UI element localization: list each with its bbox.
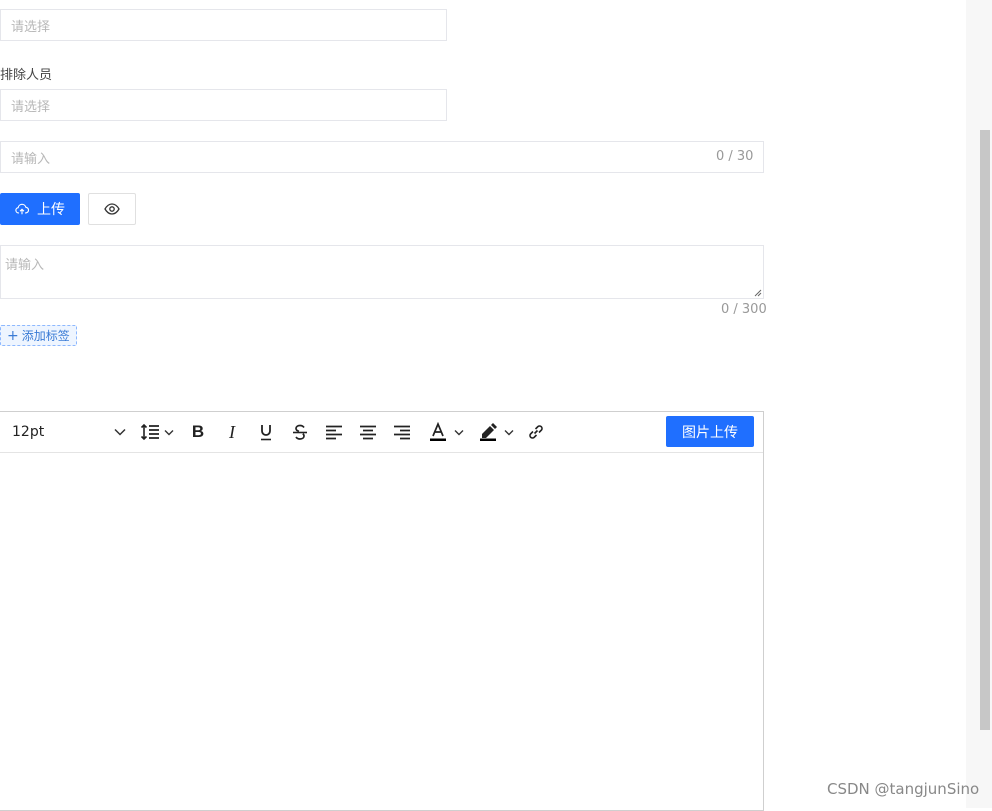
plus-icon: +	[7, 327, 19, 344]
preview-button[interactable]	[88, 193, 136, 225]
link-icon	[529, 425, 543, 439]
align-left-button[interactable]	[322, 420, 346, 444]
image-upload-button[interactable]: 图片上传	[666, 416, 754, 447]
exclude-personnel-label: 排除人员	[0, 68, 53, 83]
chevron-down-icon	[164, 429, 174, 435]
description-textarea[interactable]: 请输入	[0, 245, 764, 299]
highlight-color-button[interactable]	[474, 420, 518, 444]
insert-link-button[interactable]	[524, 420, 548, 444]
scrollbar-thumb[interactable]	[980, 130, 990, 730]
underline-icon	[261, 424, 271, 440]
title-input-counter: 0 / 30	[716, 149, 754, 164]
select-field-1[interactable]: 请选择	[0, 9, 447, 41]
line-height-button[interactable]	[137, 420, 177, 444]
line-height-icon	[140, 423, 159, 441]
exclude-personnel-select[interactable]: 请选择	[0, 89, 447, 121]
font-color-icon	[430, 422, 446, 441]
strikethrough-icon	[293, 424, 307, 440]
rich-text-editor: 12pt B I 图片上传	[0, 411, 764, 811]
chevron-down-icon	[454, 429, 464, 435]
image-upload-label: 图片上传	[682, 424, 738, 441]
select-placeholder-2: 请选择	[11, 99, 51, 115]
editor-content-area[interactable]	[0, 453, 763, 810]
align-left-icon	[326, 425, 342, 439]
title-input[interactable]: 请输入	[0, 141, 764, 173]
resize-handle-icon[interactable]	[754, 289, 762, 297]
align-center-icon	[360, 425, 376, 439]
textarea-placeholder: 请输入	[5, 258, 45, 273]
eye-icon	[104, 203, 120, 215]
add-tag-button[interactable]: + 添加标签	[0, 325, 77, 346]
chevron-down-icon	[504, 429, 514, 435]
font-size-select[interactable]: 12pt	[4, 420, 130, 444]
strikethrough-button[interactable]	[288, 420, 312, 444]
bold-button[interactable]: B	[186, 420, 210, 444]
align-center-button[interactable]	[356, 420, 380, 444]
font-color-button[interactable]	[424, 420, 468, 444]
upload-button-label: 上传	[37, 202, 65, 218]
upload-button[interactable]: 上传	[0, 193, 80, 225]
title-input-placeholder: 请输入	[11, 151, 51, 167]
align-right-button[interactable]	[390, 420, 414, 444]
italic-icon: I	[229, 421, 235, 442]
editor-toolbar: 12pt B I 图片上传	[0, 412, 763, 453]
underline-button[interactable]	[254, 420, 278, 444]
watermark-text: CSDN @tangjunSino	[827, 780, 980, 798]
cloud-upload-icon	[15, 203, 29, 215]
font-size-value: 12pt	[12, 424, 45, 440]
select-placeholder-1: 请选择	[11, 19, 51, 35]
italic-button[interactable]: I	[220, 420, 244, 444]
highlighter-icon	[480, 423, 497, 441]
textarea-counter: 0 / 300	[721, 302, 767, 317]
chevron-down-icon	[114, 428, 126, 436]
add-tag-label: 添加标签	[21, 329, 70, 343]
bold-icon: B	[191, 422, 205, 441]
align-right-icon	[394, 425, 410, 439]
